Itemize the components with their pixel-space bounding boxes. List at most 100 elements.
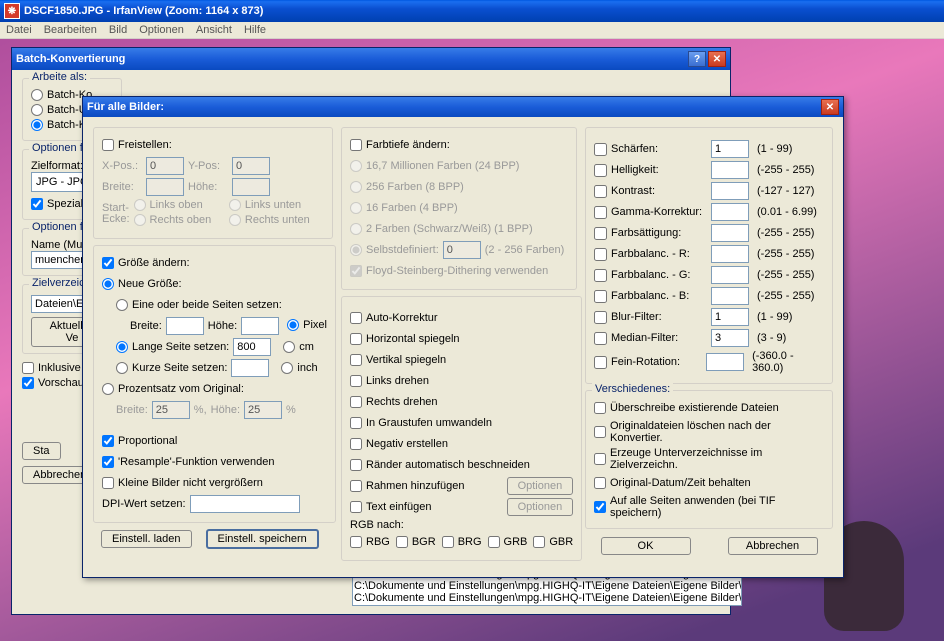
menu-ansicht[interactable]: Ansicht: [196, 24, 232, 36]
adv-titlebar[interactable]: Für alle Bilder: ✕: [83, 97, 843, 117]
save-settings-button[interactable]: Einstell. speichern: [206, 529, 319, 549]
close-button[interactable]: ✕: [708, 51, 726, 67]
adjust-input-7[interactable]: [711, 287, 749, 305]
create-subdirs-checkbox[interactable]: [594, 453, 606, 465]
inklusive-checkbox[interactable]: [22, 362, 34, 374]
farbtiefe-checkbox[interactable]: [350, 139, 362, 151]
adjust-checkbox-7[interactable]: [594, 290, 607, 303]
hflip-checkbox[interactable]: [350, 333, 362, 345]
help-button[interactable]: ?: [688, 51, 706, 67]
start-button[interactable]: Sta: [22, 442, 61, 460]
color-custom-radio: [350, 244, 362, 256]
unit-pixel-radio[interactable]: [287, 319, 299, 331]
short-side-input[interactable]: [231, 359, 269, 377]
gbr-checkbox[interactable]: [533, 536, 545, 548]
menu-bild[interactable]: Bild: [109, 24, 127, 36]
adjust-input-1[interactable]: [711, 161, 749, 179]
delete-original-checkbox[interactable]: [594, 426, 606, 438]
vorschau-checkbox[interactable]: [22, 377, 34, 389]
rotate-left-checkbox[interactable]: [350, 375, 362, 387]
dpi-input[interactable]: [190, 495, 300, 513]
file-row[interactable]: C:\Dokumente und Einstellungen\mpg.HIGHQ…: [354, 580, 740, 592]
menu-optionen[interactable]: Optionen: [139, 24, 184, 36]
autocrop-checkbox[interactable]: [350, 459, 362, 471]
adjust-label-7: Farbbalanc. - B:: [611, 290, 707, 302]
adjust-range-5: (-255 - 255): [757, 248, 814, 260]
adjust-label-5: Farbbalanc. - R:: [611, 248, 707, 260]
new-size-radio[interactable]: [102, 278, 114, 290]
adjust-checkbox-9[interactable]: [594, 332, 607, 345]
negative-checkbox[interactable]: [350, 438, 362, 450]
resample-checkbox[interactable]: [102, 456, 114, 468]
grayscale-checkbox[interactable]: [350, 417, 362, 429]
adjust-checkbox-3[interactable]: [594, 206, 607, 219]
unit-inch-radio[interactable]: [281, 362, 293, 374]
frame-options-button: Optionen: [507, 477, 574, 495]
adjust-checkbox-10[interactable]: [594, 356, 607, 369]
percent-radio[interactable]: [102, 383, 114, 395]
adjust-input-2[interactable]: [711, 182, 749, 200]
adv-close-button[interactable]: ✕: [821, 99, 839, 115]
adjust-label-10: Fein-Rotation:: [611, 356, 702, 368]
adjust-checkbox-4[interactable]: [594, 227, 607, 240]
long-side-radio[interactable]: [116, 341, 128, 353]
brg-checkbox[interactable]: [442, 536, 454, 548]
adjust-checkbox-6[interactable]: [594, 269, 607, 282]
bgr-checkbox[interactable]: [396, 536, 408, 548]
batch-radio-3[interactable]: [31, 119, 43, 131]
misc-panel: Verschiedenes: Überschreibe existierende…: [585, 390, 833, 529]
adjust-checkbox-0[interactable]: [594, 143, 607, 156]
vflip-checkbox[interactable]: [350, 354, 362, 366]
adjust-input-6[interactable]: [711, 266, 749, 284]
adjust-range-8: (1 - 99): [757, 311, 792, 323]
batch-titlebar[interactable]: Batch-Konvertierung ? ✕: [12, 48, 730, 70]
frame-checkbox[interactable]: [350, 480, 362, 492]
short-side-radio[interactable]: [116, 362, 128, 374]
dpi-label: DPI-Wert setzen:: [102, 498, 186, 510]
freistellen-checkbox[interactable]: [102, 139, 114, 151]
adjust-input-8[interactable]: [711, 308, 749, 326]
menu-hilfe[interactable]: Hilfe: [244, 24, 266, 36]
menu-datei[interactable]: Datei: [6, 24, 32, 36]
proportional-checkbox[interactable]: [102, 435, 114, 447]
resize-breite-input[interactable]: [166, 317, 204, 335]
adjust-input-5[interactable]: [711, 245, 749, 263]
unit-cm-radio[interactable]: [283, 341, 295, 353]
batch-title: Batch-Konvertierung: [16, 53, 125, 65]
adjust-range-6: (-255 - 255): [757, 269, 814, 281]
misc-legend: Verschiedenes:: [592, 383, 673, 395]
adjust-range-4: (-255 - 255): [757, 227, 814, 239]
text-checkbox[interactable]: [350, 501, 362, 513]
all-pages-checkbox[interactable]: [594, 501, 606, 513]
adjust-checkbox-5[interactable]: [594, 248, 607, 261]
resize-hoehe-input[interactable]: [241, 317, 279, 335]
resize-checkbox[interactable]: [102, 257, 114, 269]
cancel-button[interactable]: Abbrechen: [728, 537, 818, 555]
no-enlarge-checkbox[interactable]: [102, 477, 114, 489]
adjust-input-10[interactable]: [706, 353, 744, 371]
batch-radio-1[interactable]: [31, 89, 43, 101]
auto-correct-checkbox[interactable]: [350, 312, 362, 324]
keep-date-checkbox[interactable]: [594, 477, 606, 489]
overwrite-checkbox[interactable]: [594, 402, 606, 414]
adjust-checkbox-2[interactable]: [594, 185, 607, 198]
grb-checkbox[interactable]: [488, 536, 500, 548]
both-sides-radio[interactable]: [116, 299, 128, 311]
adjust-input-0[interactable]: [711, 140, 749, 158]
adjust-input-4[interactable]: [711, 224, 749, 242]
adjust-input-3[interactable]: [711, 203, 749, 221]
adjust-checkbox-8[interactable]: [594, 311, 607, 324]
batch-radio-2[interactable]: [31, 104, 43, 116]
load-settings-button[interactable]: Einstell. laden: [101, 530, 192, 548]
color-1bpp-radio: [350, 223, 362, 235]
rotate-right-checkbox[interactable]: [350, 396, 362, 408]
long-side-input[interactable]: [233, 338, 271, 356]
adjust-checkbox-1[interactable]: [594, 164, 607, 177]
rbg-checkbox[interactable]: [350, 536, 362, 548]
ok-button[interactable]: OK: [601, 537, 691, 555]
menu-bearbeiten[interactable]: Bearbeiten: [44, 24, 97, 36]
spezial-checkbox[interactable]: [31, 198, 43, 210]
file-row[interactable]: C:\Dokumente und Einstellungen\mpg.HIGHQ…: [354, 592, 740, 604]
adjust-input-9[interactable]: [711, 329, 749, 347]
main-titlebar[interactable]: ❋ DSCF1850.JPG - IrfanView (Zoom: 1164 x…: [0, 0, 944, 22]
